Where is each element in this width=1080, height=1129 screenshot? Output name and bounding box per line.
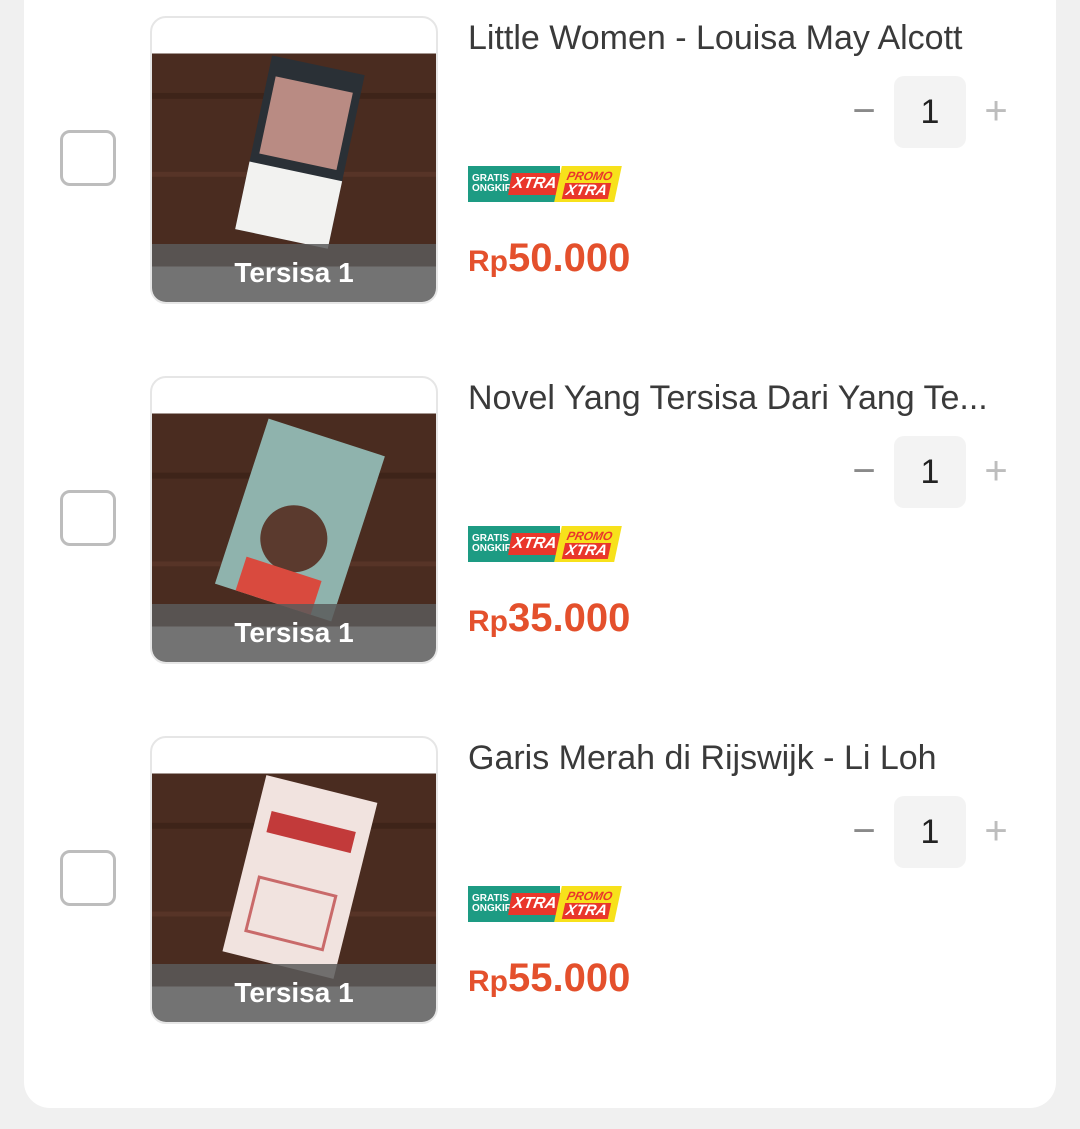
badge-xtra-text: XTRA (508, 893, 562, 915)
quantity-stepper: − 1 + (840, 76, 1020, 148)
book-photo-little-women (152, 53, 436, 267)
decrease-quantity-button[interactable]: − (840, 76, 888, 148)
gratis-ongkir-xtra-badge: GRATIS ONGKIR XTRA (468, 166, 562, 202)
increase-quantity-button[interactable]: + (972, 76, 1020, 148)
decrease-quantity-button[interactable]: − (840, 796, 888, 868)
quantity-value[interactable]: 1 (894, 436, 966, 508)
increase-quantity-button[interactable]: + (972, 796, 1020, 868)
badge-promo-text: PROMO (565, 528, 614, 543)
promo-badges: GRATIS ONGKIR XTRA PROMO XTRA (468, 166, 622, 202)
product-title[interactable]: Little Women - Louisa May Alcott (468, 18, 1013, 58)
product-title[interactable]: Garis Merah di Rijswijk - Li Loh (468, 738, 1013, 778)
quantity-stepper: − 1 + (840, 796, 1020, 868)
product-price: Rp50.000 (468, 236, 630, 281)
badge-xtra-text: XTRA (508, 173, 562, 195)
promo-badges: GRATIS ONGKIR XTRA PROMO XTRA (468, 886, 622, 922)
badge-xtra-text: XTRA (508, 533, 562, 555)
gratis-ongkir-xtra-badge: GRATIS ONGKIR XTRA (468, 526, 562, 562)
quantity-value[interactable]: 1 (894, 76, 966, 148)
promo-xtra-badge: PROMO XTRA (554, 886, 622, 922)
promo-xtra-badge: PROMO XTRA (554, 166, 622, 202)
price-currency: Rp (468, 965, 508, 998)
item-checkbox[interactable] (60, 130, 116, 186)
quantity-stepper: − 1 + (840, 436, 1020, 508)
cart-card: Tersisa 1 Little Women - Louisa May Alco… (24, 0, 1056, 1108)
cart-item-garis-merah: Tersisa 1 Garis Merah di Rijswijk - Li L… (24, 736, 1056, 1026)
cart-item-yang-tersisa: Tersisa 1 Novel Yang Tersisa Dari Yang T… (24, 376, 1056, 666)
product-thumbnail[interactable]: Tersisa 1 (150, 16, 438, 304)
increase-quantity-button[interactable]: + (972, 436, 1020, 508)
badge-promo-text: PROMO (565, 888, 614, 903)
product-price: Rp35.000 (468, 596, 630, 641)
cart-item-little-women: Tersisa 1 Little Women - Louisa May Alco… (24, 16, 1056, 306)
item-checkbox[interactable] (60, 850, 116, 906)
badge-gratis-text: GRATIS ONGKIR (472, 533, 512, 554)
price-currency: Rp (468, 245, 508, 278)
gratis-ongkir-xtra-badge: GRATIS ONGKIR XTRA (468, 886, 562, 922)
quantity-value[interactable]: 1 (894, 796, 966, 868)
product-price: Rp55.000 (468, 956, 630, 1001)
promo-badges: GRATIS ONGKIR XTRA PROMO XTRA (468, 526, 622, 562)
badge-gratis-text: GRATIS ONGKIR (472, 893, 512, 914)
price-amount: 55.000 (508, 956, 631, 1000)
product-title[interactable]: Novel Yang Tersisa Dari Yang Te... (468, 378, 1013, 418)
badge-promo-xtra-text: XTRA (561, 182, 612, 199)
product-thumbnail[interactable]: Tersisa 1 (150, 736, 438, 1024)
price-currency: Rp (468, 605, 508, 638)
price-amount: 50.000 (508, 236, 631, 280)
book-photo-garis-merah (152, 773, 436, 987)
item-checkbox[interactable] (60, 490, 116, 546)
price-amount: 35.000 (508, 596, 631, 640)
stock-remaining-label: Tersisa 1 (152, 244, 436, 302)
badge-gratis-text: GRATIS ONGKIR (472, 173, 512, 194)
product-thumbnail[interactable]: Tersisa 1 (150, 376, 438, 664)
badge-promo-xtra-text: XTRA (561, 542, 612, 559)
badge-promo-xtra-text: XTRA (561, 902, 612, 919)
promo-xtra-badge: PROMO XTRA (554, 526, 622, 562)
book-photo-yang-tersisa (152, 413, 436, 627)
stock-remaining-label: Tersisa 1 (152, 964, 436, 1022)
badge-promo-text: PROMO (565, 168, 614, 183)
decrease-quantity-button[interactable]: − (840, 436, 888, 508)
stock-remaining-label: Tersisa 1 (152, 604, 436, 662)
